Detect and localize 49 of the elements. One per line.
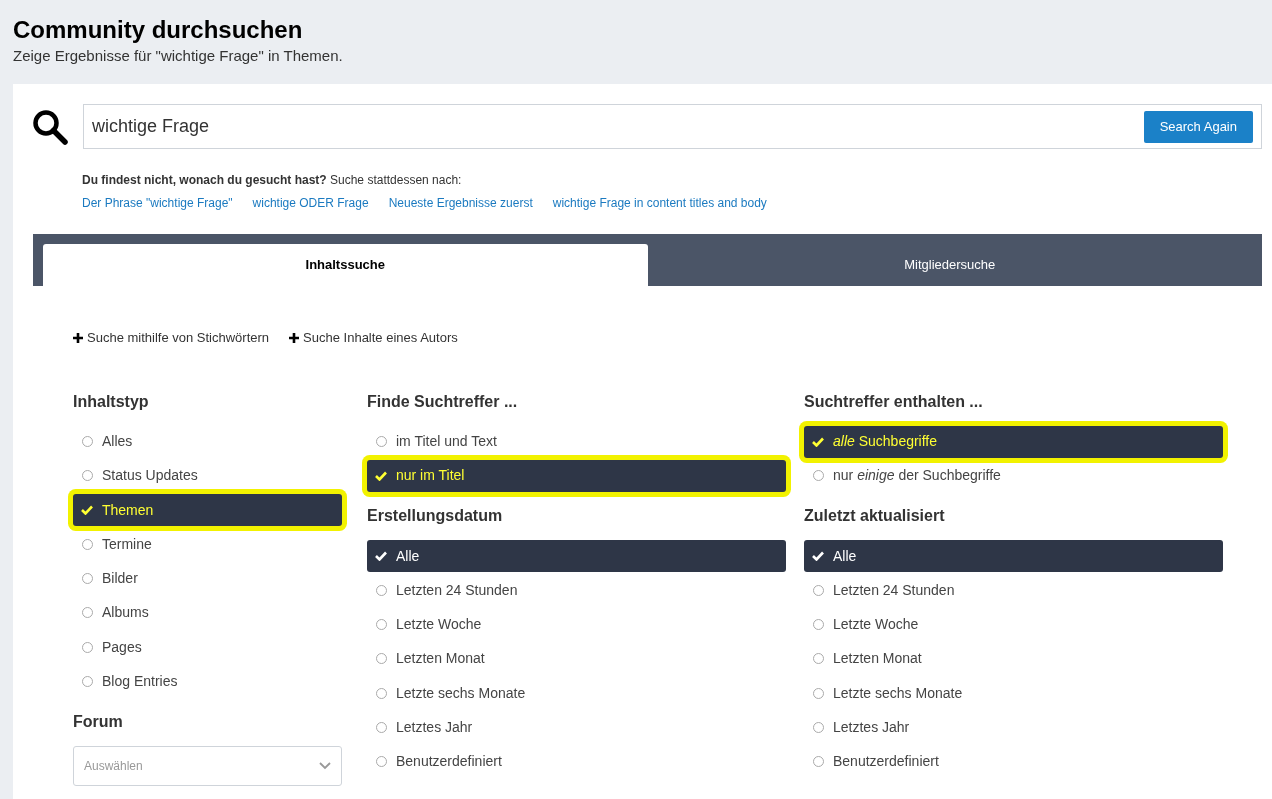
- search-field[interactable]: wichtige Frage Search Again: [83, 104, 1262, 149]
- filter-option[interactable]: Letztes Jahr: [804, 711, 1223, 744]
- check-icon: [812, 436, 824, 447]
- filter-option[interactable]: Bilder: [73, 562, 342, 595]
- suggestion-link[interactable]: Neueste Ergebnisse zuerst: [388, 194, 533, 212]
- suggestion-link[interactable]: wichtige ODER Frage: [252, 194, 369, 212]
- suggestion-link[interactable]: Der Phrase "wichtige Frage": [82, 194, 233, 212]
- suggestion-link[interactable]: wichtige Frage in content titles and body: [552, 194, 767, 212]
- tab[interactable]: Inhaltssuche: [43, 244, 648, 286]
- search-again-button[interactable]: Search Again: [1143, 110, 1253, 143]
- toggle-link[interactable]: Suche mithilfe von Stichwörtern: [73, 328, 270, 348]
- filter-option[interactable]: Letzten Monat: [804, 643, 1223, 675]
- filter-option[interactable]: Albums: [73, 597, 342, 629]
- filter-option[interactable]: Alles: [73, 425, 342, 458]
- filter-option[interactable]: Letzte sechs Monate: [804, 677, 1223, 710]
- check-icon: [81, 505, 93, 516]
- section-heading: Zuletzt aktualisiert: [804, 506, 946, 527]
- toggle-link[interactable]: Suche Inhalte eines Autors: [289, 328, 458, 348]
- plus-icon: [289, 332, 300, 343]
- filter-option[interactable]: Letzten 24 Stunden: [367, 574, 786, 607]
- filter-option[interactable]: Blog Entries: [73, 665, 342, 698]
- plus-icon: [73, 332, 83, 343]
- filter-option[interactable]: Letzten 24 Stunden: [804, 574, 1223, 607]
- filter-option[interactable]: Pages: [73, 631, 342, 664]
- section-heading: Erstellungsdatum: [367, 506, 504, 527]
- page-subtitle: Zeige Ergebnisse für "wichtige Frage" in Themen.: [13, 46, 344, 66]
- filter-option[interactable]: Letztes Jahr: [367, 711, 786, 744]
- check-icon: [375, 470, 387, 481]
- check-icon: [375, 551, 387, 562]
- page-title: Community durchsuchen: [13, 16, 304, 44]
- section-heading: Inhaltstyp: [73, 391, 150, 412]
- filter-option[interactable]: Letzte Woche: [804, 608, 1223, 641]
- suggestion-text: Du findest nicht, wonach du gesucht hast? Suche stattdessen nach:: [82, 172, 463, 189]
- filter-option[interactable]: nur einige der Suchbegriffe: [804, 459, 1223, 492]
- filter-option[interactable]: Benutzerdefiniert: [804, 745, 1223, 778]
- filter-option[interactable]: Letzte sechs Monate: [367, 677, 786, 710]
- chevron-down-icon: [319, 761, 331, 770]
- section-heading: Finde Suchtreffer ...: [367, 391, 519, 412]
- filter-option[interactable]: Letzten Monat: [367, 643, 786, 675]
- section-heading: Suchtreffer enthalten ...: [804, 391, 984, 412]
- check-icon: [812, 551, 824, 562]
- section-heading: Forum: [73, 711, 124, 732]
- filter-option[interactable]: Benutzerdefiniert: [367, 745, 786, 778]
- tab[interactable]: Mitgliedersuche: [647, 244, 1252, 286]
- filter-option[interactable]: Termine: [73, 528, 342, 561]
- filter-option[interactable]: Alle: [804, 540, 1223, 573]
- search-icon: [32, 108, 68, 145]
- filter-option[interactable]: Letzte Woche: [367, 608, 786, 641]
- filter-option[interactable]: Alle: [367, 540, 786, 573]
